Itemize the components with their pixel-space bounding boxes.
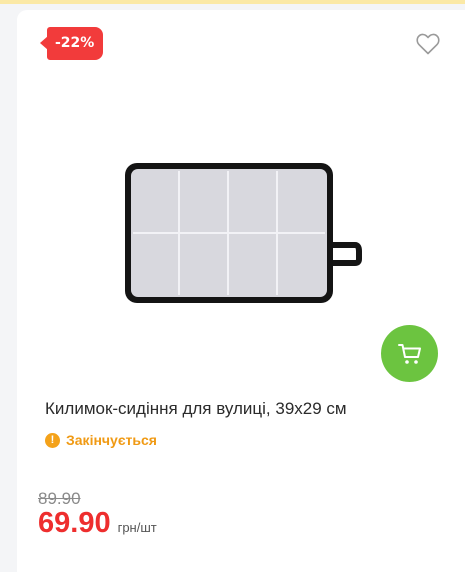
stock-status: ! Закінчується (45, 432, 157, 448)
exclamation-icon: ! (45, 432, 60, 448)
old-price: 89.90 (38, 489, 81, 508)
price-row: 69.90 грн/шт (38, 507, 157, 540)
product-image[interactable] (117, 155, 377, 330)
product-card: -22% Килимок-сидіння для вулиці, 39х29 с… (17, 10, 465, 572)
shopping-cart-icon (397, 343, 421, 364)
product-title[interactable]: Килимок-сидіння для вулиці, 39х29 см (45, 399, 445, 419)
add-to-cart-button[interactable] (381, 325, 438, 382)
price-unit: грн/шт (117, 520, 157, 535)
top-strip (0, 0, 465, 4)
seat-mat-image (125, 163, 362, 303)
favorite-button[interactable] (415, 32, 441, 56)
stock-status-label: Закінчується (66, 432, 157, 448)
discount-badge: -22% (39, 27, 104, 60)
heart-outline-icon (416, 33, 440, 55)
current-price: 69.90 (38, 507, 111, 539)
